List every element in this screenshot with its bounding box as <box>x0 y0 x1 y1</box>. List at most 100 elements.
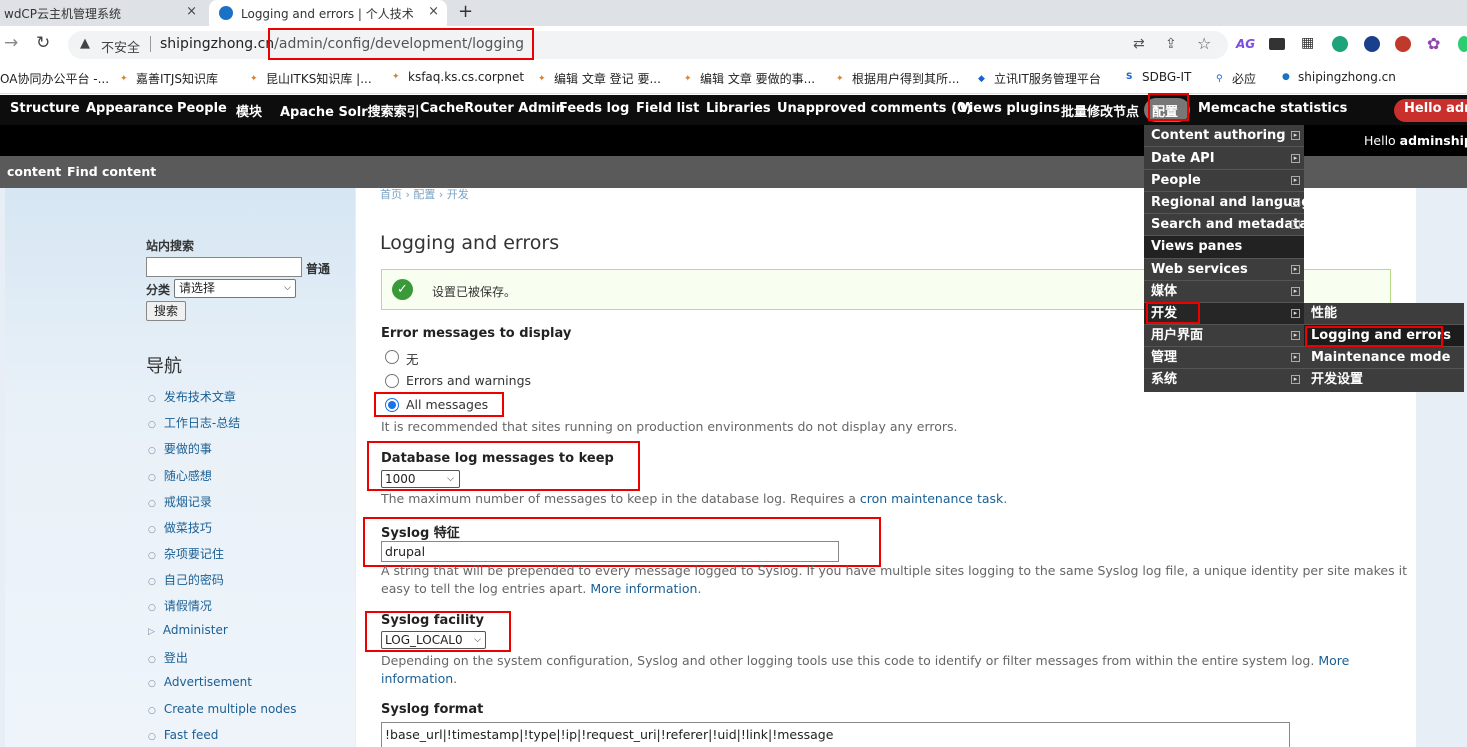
bullet-icon: ○ <box>148 679 156 689</box>
nav-item[interactable]: ○ Fast feed <box>148 728 218 742</box>
tab-logging[interactable]: Logging and errors | 个人技术 × <box>209 0 447 26</box>
config-menu-item-development[interactable]: 开发 ▸ <box>1144 303 1304 325</box>
admin-menu-modules[interactable]: 模块 <box>236 101 262 120</box>
config-menu-item-content-authoring[interactable]: Content authoring ▸ <box>1144 125 1304 147</box>
radio-none[interactable] <box>385 350 399 364</box>
admin-menu-structure[interactable]: Structure <box>10 101 80 116</box>
qr-icon[interactable]: ▦ <box>1301 35 1314 51</box>
dblog-select[interactable]: 1000 ⌵ <box>381 470 460 488</box>
new-tab-button[interactable]: + <box>458 1 473 22</box>
admin-menu-memcache[interactable]: Memcache statistics <box>1198 101 1347 116</box>
nav-item[interactable]: ○ 登出 <box>148 649 188 666</box>
config-menu-item-date-api[interactable]: Date API ▸ <box>1144 148 1304 170</box>
bookmark-item[interactable]: ● shipingzhong.cn <box>1282 70 1396 84</box>
extension-b-icon[interactable] <box>1395 36 1411 52</box>
dev-menu-item-logging[interactable]: Logging and errors <box>1304 325 1464 347</box>
forward-icon[interactable]: → <box>4 33 18 53</box>
translate-icon[interactable]: ⇄ <box>1133 36 1145 52</box>
shortcut-find-content[interactable]: Find content <box>67 164 156 179</box>
config-menu-item-regional[interactable]: Regional and language ▸ <box>1144 192 1304 214</box>
config-menu-item-web-services[interactable]: Web services ▸ <box>1144 259 1304 281</box>
nav-item[interactable]: ○ Advertisement <box>148 675 252 689</box>
admin-menu-field-list[interactable]: Field list <box>636 101 699 116</box>
reload-icon[interactable]: ↻ <box>36 33 50 53</box>
nav-item[interactable]: ○ 做菜技巧 <box>148 519 212 536</box>
submenu-arrow-icon: ▸ <box>1291 265 1300 274</box>
extension-gear-icon[interactable]: ✿ <box>1427 34 1440 53</box>
admin-menu-views-plugins[interactable]: Views plugins <box>959 101 1060 116</box>
syslog-format-textarea[interactable]: !base_url|!timestamp|!type|!ip|!request_… <box>381 722 1290 747</box>
bookmark-item[interactable]: ✦ ksfaq.ks.cs.corpnet <box>392 70 524 84</box>
nav-item[interactable]: ○ 请假情况 <box>148 597 212 614</box>
sdbg-icon: S <box>1126 72 1133 82</box>
bookmark-item[interactable]: ✦ 编辑 文章 要做的事... <box>684 70 815 87</box>
admin-menu-libraries[interactable]: Libraries <box>706 101 771 116</box>
cron-link[interactable]: cron maintenance task <box>860 491 1003 506</box>
nav-item[interactable]: ○ 发布技术文章 <box>148 388 236 405</box>
dev-menu-item-dev-settings[interactable]: 开发设置 <box>1304 369 1464 392</box>
bookmark-item[interactable]: ✦ 昆山ITKS知识库 |... <box>250 70 372 87</box>
information-link[interactable]: information <box>381 671 453 686</box>
breadcrumb[interactable]: 首页 › 配置 › 开发 <box>380 186 469 202</box>
extension-dots-icon[interactable] <box>1269 38 1285 50</box>
more-link[interactable]: More <box>1318 653 1349 668</box>
tab-wdcp[interactable]: wdCP云主机管理系统 × <box>0 0 205 26</box>
nav-item[interactable]: ○ Create multiple nodes <box>148 702 297 716</box>
bullet-icon: ○ <box>148 420 156 430</box>
url-text[interactable]: shipingzhong.cn/admin/config/development… <box>160 36 524 52</box>
config-menu-item-media[interactable]: 媒体 ▸ <box>1144 281 1304 303</box>
close-icon[interactable]: × <box>186 4 197 19</box>
sidebar-search-input[interactable] <box>146 257 302 277</box>
extension-triangle-icon[interactable] <box>1364 36 1380 52</box>
nav-item[interactable]: ○ 杂项要记住 <box>148 545 224 562</box>
config-menu-item-administration[interactable]: 管理 ▸ <box>1144 347 1304 369</box>
bookmark-item[interactable]: ◆ 立讯IT服务管理平台 <box>978 70 1101 87</box>
nav-item[interactable]: ▷ Administer <box>148 623 228 637</box>
bookmark-item[interactable]: ✦ 嘉善ITJS知识库 <box>120 70 218 87</box>
config-menu-item-views-panes[interactable]: Views panes <box>1144 236 1304 259</box>
search-icon: ⚲ <box>1216 73 1223 84</box>
nav-item[interactable]: ○ 随心感想 <box>148 467 212 484</box>
dev-menu-item-performance[interactable]: 性能 <box>1304 303 1464 325</box>
dev-menu-item-maintenance[interactable]: Maintenance mode <box>1304 347 1464 369</box>
dblog-label: Database log messages to keep <box>381 451 614 466</box>
nav-item[interactable]: ○ 要做的事 <box>148 440 212 457</box>
bookmark-item[interactable]: ✦ 编辑 文章 登记 要... <box>538 70 661 87</box>
bookmark-item[interactable]: ⚲ 必应 <box>1216 70 1256 87</box>
extension-green-icon[interactable] <box>1458 36 1467 52</box>
admin-menu-config[interactable]: 配置 <box>1152 101 1178 120</box>
admin-menu-bulk-edit[interactable]: 批量修改节点 <box>1061 101 1139 120</box>
admin-menu-solr[interactable]: Apache Solr搜索索引 <box>280 101 420 120</box>
radio-errors-warnings[interactable] <box>385 374 399 388</box>
nav-item[interactable]: ○ 工作日志-总结 <box>148 414 240 431</box>
admin-menu-unapproved-comments[interactable]: Unapproved comments (0) <box>777 101 972 116</box>
submenu-arrow-icon: ▸ <box>1291 309 1300 318</box>
bookmark-item[interactable]: S SDBG-IT <box>1126 70 1191 84</box>
config-menu-item-system[interactable]: 系统 ▸ <box>1144 369 1304 392</box>
extension-t-icon[interactable] <box>1332 36 1348 52</box>
syslog-facility-select[interactable]: LOG_LOCAL0 ⌵ <box>381 631 486 649</box>
admin-menu-appearance[interactable]: Appearance <box>86 101 173 116</box>
bookmark-item[interactable]: OA协同办公平台 -... <box>0 70 109 87</box>
search-button[interactable]: 搜索 <box>146 301 186 321</box>
admin-menu-people[interactable]: People <box>177 101 227 116</box>
share-icon[interactable]: ⇪ <box>1165 36 1177 52</box>
nav-item[interactable]: ○ 自己的密码 <box>148 571 224 588</box>
extension-ag-icon[interactable]: AG <box>1236 37 1255 51</box>
syslog-identity-input[interactable]: drupal <box>381 541 839 562</box>
admin-menu-feeds-log[interactable]: Feeds log <box>559 101 629 116</box>
radio-all-messages[interactable] <box>385 398 399 412</box>
config-menu-item-user-interface[interactable]: 用户界面 ▸ <box>1144 325 1304 347</box>
config-menu-item-search-metadata[interactable]: Search and metadata ▸ <box>1144 214 1304 236</box>
nav-item[interactable]: ○ 戒烟记录 <box>148 493 212 510</box>
shortcut-content[interactable]: content <box>7 164 61 179</box>
category-select[interactable]: 请选择 ⌵ <box>174 279 296 298</box>
bookmark-item[interactable]: ✦ 根据用户得到其所... <box>836 70 959 87</box>
warning-icon[interactable]: ▲ <box>80 37 94 51</box>
close-icon[interactable]: × <box>428 4 439 19</box>
more-information-link[interactable]: More information <box>590 581 697 596</box>
config-menu-item-people[interactable]: People ▸ <box>1144 170 1304 192</box>
admin-menu-cacherouter[interactable]: CacheRouter Admin <box>420 101 565 116</box>
username[interactable]: adminship <box>1400 133 1467 148</box>
bookmark-star-icon[interactable]: ☆ <box>1197 34 1211 53</box>
